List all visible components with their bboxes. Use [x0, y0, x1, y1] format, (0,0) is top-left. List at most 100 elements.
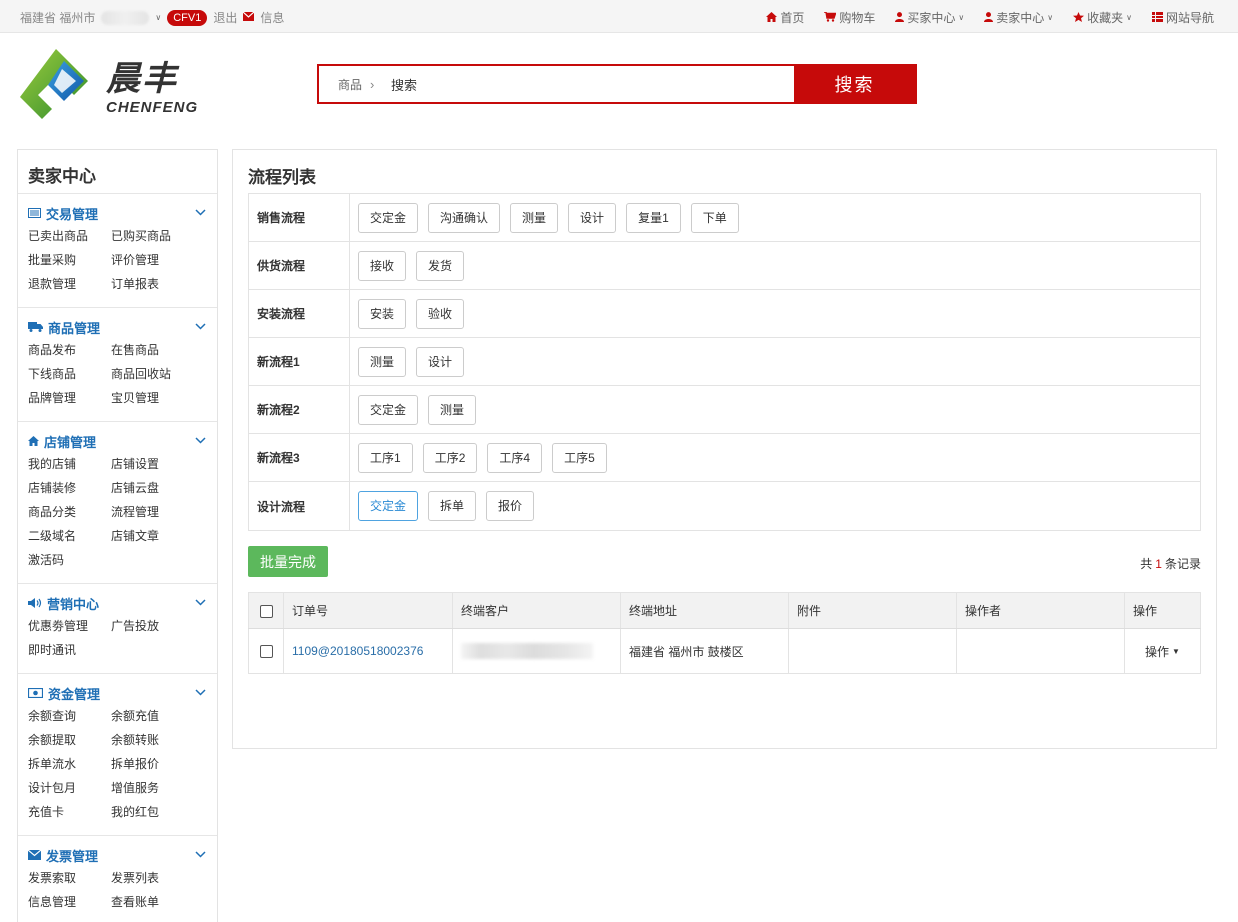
sidebar-link[interactable]: 余额充值	[111, 704, 194, 728]
top-nav-item-1[interactable]: 购物车	[824, 9, 875, 26]
action-dropdown[interactable]: 操作 ▼	[1145, 643, 1180, 660]
sidebar-link[interactable]: 即时通讯	[28, 638, 111, 662]
sidebar-section-header[interactable]: 营销中心	[28, 594, 207, 612]
top-nav-item-5[interactable]: 网站导航	[1151, 9, 1214, 26]
sidebar-link[interactable]: 我的店铺	[28, 452, 111, 476]
sidebar-link[interactable]: 商品回收站	[111, 362, 194, 386]
sidebar-section-header[interactable]: 发票管理	[27, 846, 207, 864]
page-title: 流程列表	[248, 168, 316, 187]
select-all-checkbox[interactable]	[259, 604, 273, 618]
sidebar-link[interactable]: 评价管理	[111, 248, 194, 272]
sidebar-link[interactable]: 二级域名	[28, 524, 111, 548]
site-logo[interactable]: 晨丰 CHENFENG	[18, 47, 213, 121]
flow-step-button[interactable]: 发货	[416, 250, 465, 281]
flow-step-button[interactable]: 测量	[358, 346, 407, 377]
money-icon	[27, 686, 44, 701]
search-category-select[interactable]: 商品 ›	[319, 66, 387, 102]
sidebar-link[interactable]: 余额转账	[111, 728, 194, 752]
top-nav-item-0[interactable]: 首页	[766, 9, 804, 26]
sidebar-section-header[interactable]: 商品管理	[28, 318, 207, 336]
flow-row: 新流程2 交定金 测量	[249, 386, 1200, 434]
sidebar-link[interactable]: 流程管理	[111, 500, 194, 524]
flow-name: 安装流程	[249, 290, 350, 337]
search-button[interactable]: 搜索	[794, 66, 915, 102]
flow-step-button[interactable]: 交定金	[358, 394, 419, 425]
sidebar-link[interactable]: 订单报表	[111, 272, 194, 296]
top-nav-item-3[interactable]: 卖家中心 ∨	[984, 9, 1053, 26]
sidebar-link[interactable]: 已购买商品	[111, 224, 194, 248]
flow-step-button[interactable]: 安装	[358, 298, 407, 329]
sidebar-link[interactable]: 激活码	[28, 548, 111, 572]
sidebar-section-title: 商品管理	[48, 320, 101, 336]
sidebar-section-header[interactable]: 资金管理	[27, 684, 207, 702]
sidebar-link[interactable]: 店铺装修	[28, 476, 111, 500]
flow-step-button[interactable]: 工序1	[358, 442, 413, 473]
sidebar-link[interactable]: 我的红包	[111, 800, 194, 824]
sidebar-link[interactable]: 发票列表	[111, 866, 194, 890]
sidebar-link[interactable]: 店铺云盘	[111, 476, 194, 500]
flow-step-button[interactable]: 交定金	[358, 491, 419, 521]
flow-step-button[interactable]: 验收	[416, 298, 465, 329]
sidebar-link[interactable]: 充值卡	[28, 800, 111, 824]
flow-step-button[interactable]: 设计	[568, 202, 617, 233]
flow-step-button[interactable]: 报价	[486, 491, 535, 521]
flow-step-button[interactable]: 工序4	[487, 442, 543, 473]
flow-step-button[interactable]: 工序5	[552, 442, 607, 473]
batch-complete-button[interactable]: 批量完成	[248, 546, 328, 577]
sidebar-link[interactable]: 查看账单	[111, 890, 194, 914]
sidebar-link[interactable]: 商品分类	[28, 500, 111, 524]
chevron-down-icon[interactable]	[195, 597, 206, 609]
top-nav-item-4[interactable]: 收藏夹 ∨	[1073, 9, 1132, 26]
sidebar-link[interactable]: 退款管理	[28, 272, 111, 296]
chevron-down-icon[interactable]	[195, 321, 206, 333]
flow-step-button[interactable]: 接收	[358, 250, 407, 281]
record-count: 共 1 条记录	[1140, 555, 1201, 572]
sidebar-link[interactable]: 店铺文章	[111, 524, 194, 548]
sidebar-link[interactable]: 在售商品	[111, 338, 194, 362]
location-text: 福建省 福州市	[20, 11, 96, 25]
chevron-down-icon[interactable]	[195, 687, 206, 699]
flow-step-button[interactable]: 工序2	[422, 442, 478, 473]
sidebar-link[interactable]: 店铺设置	[111, 452, 194, 476]
sidebar-link[interactable]: 优惠劵管理	[28, 614, 111, 638]
flow-step-button[interactable]: 交定金	[358, 202, 419, 233]
chevron-down-icon[interactable]	[195, 207, 206, 219]
chevron-down-icon[interactable]: ∨	[155, 13, 161, 22]
sidebar-link[interactable]: 余额提取	[28, 728, 111, 752]
flow-step-button[interactable]: 测量	[510, 202, 559, 233]
sidebar-link[interactable]: 发票索取	[28, 866, 111, 890]
chevron-down-icon[interactable]	[195, 435, 206, 447]
sidebar-link[interactable]: 拆单流水	[28, 752, 111, 776]
sidebar-link[interactable]: 余额查询	[28, 704, 111, 728]
sidebar-link[interactable]: 已卖出商品	[28, 224, 111, 248]
flow-step-button[interactable]: 设计	[416, 346, 465, 377]
sidebar-link[interactable]: 拆单报价	[111, 752, 194, 776]
flow-step-button[interactable]: 拆单	[428, 491, 477, 521]
sidebar-link[interactable]: 品牌管理	[28, 386, 111, 410]
sidebar-link[interactable]: 下线商品	[28, 362, 111, 386]
order-number-link[interactable]: 1109@20180518002376	[292, 644, 423, 658]
message-link[interactable]: 信息	[260, 9, 284, 26]
user-icon	[895, 11, 905, 25]
sidebar-link[interactable]: 设计包月	[28, 776, 111, 800]
sidebar-link[interactable]: 批量采购	[28, 248, 111, 272]
search-input[interactable]	[387, 66, 794, 102]
top-nav-item-2[interactable]: 买家中心 ∨	[895, 9, 964, 26]
logout-link[interactable]: 退出	[213, 9, 237, 26]
chevron-down-icon[interactable]	[195, 849, 206, 861]
flow-step-button[interactable]: 测量	[428, 394, 477, 425]
sidebar-section-header[interactable]: 店铺管理	[28, 432, 207, 450]
sidebar-link[interactable]: 宝贝管理	[111, 386, 194, 410]
sidebar-section-header[interactable]: 交易管理	[28, 204, 207, 222]
flow-step-button[interactable]: 复量1	[626, 202, 681, 233]
flow-step-button[interactable]: 沟通确认	[428, 202, 501, 233]
row-checkbox[interactable]	[259, 645, 273, 659]
sidebar-link[interactable]: 增值服务	[111, 776, 194, 800]
sidebar-link[interactable]: 广告投放	[111, 614, 194, 638]
sidebar-section: 店铺管理我的店铺 店铺设置 店铺装修 店铺云盘 商品分类 流程管理 二级域名 店铺文章 激活码	[18, 422, 217, 584]
flow-step-button[interactable]: 下单	[690, 202, 739, 233]
flow-name: 新流程1	[249, 338, 350, 385]
sidebar-link[interactable]: 信息管理	[28, 890, 111, 914]
sidebar-link[interactable]: 商品发布	[28, 338, 111, 362]
username-redacted[interactable]	[101, 10, 150, 25]
